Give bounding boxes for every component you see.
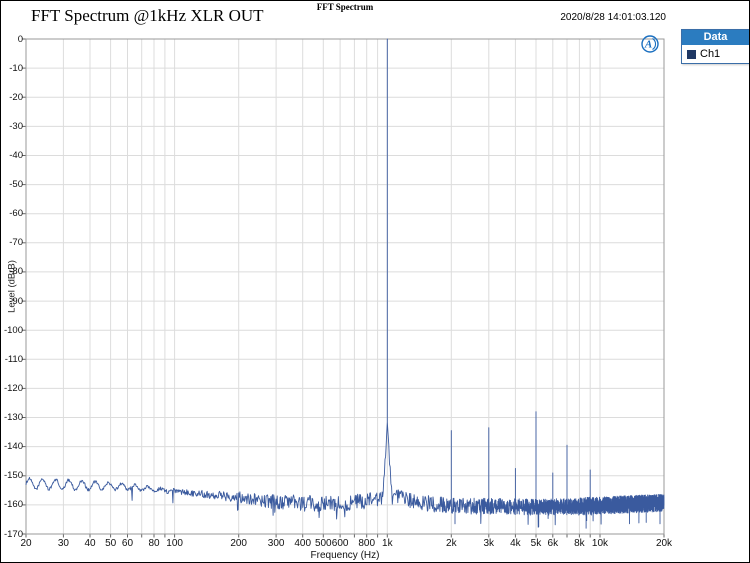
x-tick-label: 400 xyxy=(294,538,311,549)
x-tick-label: 80 xyxy=(148,538,159,549)
x-tick-label: 100 xyxy=(166,538,183,549)
y-tick-label: -140 xyxy=(1,441,23,452)
y-tick-label: -170 xyxy=(1,529,23,540)
x-tick-label: 6k xyxy=(548,538,559,549)
legend-channel-row[interactable]: Ch1 xyxy=(682,45,749,63)
channel-color-swatch xyxy=(687,50,696,59)
x-tick-label: 30 xyxy=(58,538,69,549)
svg-text:A: A xyxy=(644,39,652,51)
x-tick-label: 8k xyxy=(574,538,585,549)
y-tick-label: -20 xyxy=(1,92,23,103)
y-tick-label: -60 xyxy=(1,208,23,219)
y-tick-label: -100 xyxy=(1,325,23,336)
x-tick-label: 4k xyxy=(510,538,521,549)
legend-panel: Data Ch1 xyxy=(681,29,750,64)
x-tick-label: 40 xyxy=(84,538,95,549)
fft-spectrum-window: FFT Spectrum @1kHz XLR OUT FFT Spectrum … xyxy=(0,0,750,563)
plot-border xyxy=(26,39,664,534)
y-tick-label: -50 xyxy=(1,179,23,190)
x-tick-label: 300 xyxy=(268,538,285,549)
x-tick-label: 60 xyxy=(122,538,133,549)
x-tick-label: 800 xyxy=(358,538,375,549)
y-tick-label: -40 xyxy=(1,150,23,161)
plot-canvas[interactable] xyxy=(1,1,750,563)
axis-tick-marks xyxy=(23,39,665,538)
x-tick-label: 500 xyxy=(315,538,332,549)
channel-label: Ch1 xyxy=(700,48,720,60)
y-axis-title: Level (dBrB) xyxy=(7,252,18,322)
x-tick-label: 20k xyxy=(656,538,672,549)
x-tick-label: 3k xyxy=(484,538,495,549)
x-tick-label: 20 xyxy=(20,538,31,549)
y-tick-label: -110 xyxy=(1,354,23,365)
y-tick-label: -30 xyxy=(1,121,23,132)
x-tick-label: 10k xyxy=(592,538,608,549)
y-tick-label: -120 xyxy=(1,383,23,394)
y-tick-label: -160 xyxy=(1,499,23,510)
y-tick-label: -10 xyxy=(1,63,23,74)
y-tick-label: -150 xyxy=(1,470,23,481)
x-axis-title: Frequency (Hz) xyxy=(26,550,664,561)
gridlines xyxy=(26,39,664,534)
x-tick-label: 5k xyxy=(531,538,542,549)
y-tick-label: -70 xyxy=(1,237,23,248)
legend-header: Data xyxy=(682,30,749,45)
x-tick-label: 50 xyxy=(105,538,116,549)
y-tick-label: 0 xyxy=(1,34,23,45)
x-tick-label: 200 xyxy=(230,538,247,549)
audio-precision-logo-icon: A xyxy=(640,34,660,54)
trace-ch1 xyxy=(26,39,664,528)
y-tick-label: -130 xyxy=(1,412,23,423)
x-tick-label: 2k xyxy=(446,538,457,549)
x-tick-label: 600 xyxy=(332,538,349,549)
x-tick-label: 1k xyxy=(382,538,393,549)
